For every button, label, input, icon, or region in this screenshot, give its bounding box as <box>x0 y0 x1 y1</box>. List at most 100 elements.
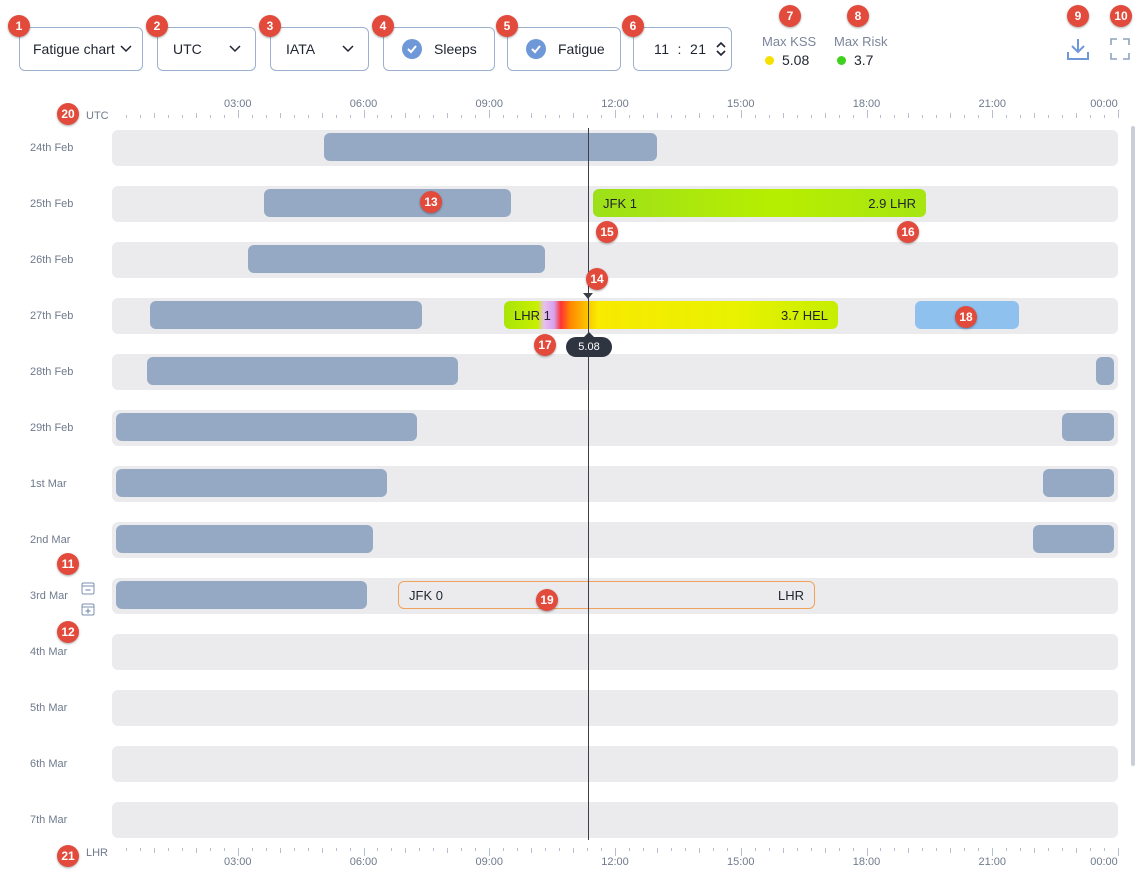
stepper-arrows-icon[interactable] <box>715 40 727 58</box>
day-row[interactable] <box>112 690 1118 726</box>
axis-tick <box>321 113 323 118</box>
axis-tick <box>195 113 197 118</box>
sleep-block[interactable] <box>1062 413 1114 441</box>
axis-tick <box>545 115 547 118</box>
annotation-badge: 16 <box>897 221 919 243</box>
sleep-block[interactable] <box>1096 357 1114 385</box>
sleep-block[interactable] <box>264 189 511 217</box>
axis-tick-label: 12:00 <box>601 856 629 868</box>
chevron-down-icon <box>120 45 132 53</box>
day-row-label: 5th Mar <box>30 702 68 714</box>
sleep-block[interactable] <box>116 469 387 497</box>
axis-tick <box>782 113 784 118</box>
axis-tick <box>754 848 756 851</box>
remove-day-icon[interactable] <box>81 581 95 595</box>
sleep-block[interactable] <box>147 357 458 385</box>
axis-tick <box>978 848 980 851</box>
add-day-icon[interactable] <box>81 602 95 616</box>
vertical-scrollbar[interactable] <box>1131 126 1135 766</box>
axis-tick <box>950 113 952 118</box>
duty-bar[interactable]: JFK 1 2.9 LHR <box>593 189 926 217</box>
sleep-block[interactable] <box>116 581 367 609</box>
time-hours[interactable]: 11 <box>654 41 670 57</box>
axis-tick <box>223 848 225 851</box>
axis-tick <box>698 113 700 118</box>
axis-tick <box>1090 848 1092 851</box>
download-icon[interactable] <box>1065 36 1091 62</box>
axis-tick <box>656 848 658 853</box>
axis-tick <box>1006 115 1008 118</box>
axis-tick-label: 00:00 <box>1090 856 1118 868</box>
fatigue-toggle[interactable]: Fatigue <box>507 27 621 71</box>
annotation-badge: 17 <box>534 334 556 356</box>
axis-tick <box>167 115 169 118</box>
axis-tick <box>167 848 169 851</box>
axis-tick <box>391 848 393 851</box>
duty-origin: JFK <box>409 587 433 603</box>
axis-tick <box>517 115 519 118</box>
axis-tick <box>866 110 868 118</box>
time-stepper[interactable]: 11 : 21 <box>633 27 732 71</box>
axis-tick <box>684 115 686 118</box>
time-cursor-marker[interactable] <box>583 293 593 299</box>
fullscreen-icon[interactable] <box>1108 36 1132 62</box>
sleep-block[interactable] <box>116 413 417 441</box>
axis-tick <box>307 115 309 118</box>
axis-tick <box>852 115 854 118</box>
time-cursor-line[interactable] <box>588 128 589 840</box>
axis-tick <box>810 115 812 118</box>
duty-bar-planned[interactable]: JFK 0 LHR <box>398 581 815 609</box>
annotation-badge: 9 <box>1067 5 1089 27</box>
day-row[interactable] <box>112 634 1118 670</box>
sleeps-toggle[interactable]: Sleeps <box>383 27 495 71</box>
axis-tick <box>461 848 463 851</box>
axis-tick <box>391 115 393 118</box>
time-minutes[interactable]: 21 <box>690 41 707 57</box>
axis-tick <box>615 110 616 118</box>
chart-type-label: Fatigue chart <box>33 41 115 57</box>
axis-tick <box>712 848 714 851</box>
sleep-block[interactable] <box>116 525 373 553</box>
axis-tick <box>1048 848 1050 851</box>
sleep-block[interactable] <box>248 245 545 273</box>
timezone-select[interactable]: UTC <box>157 27 256 71</box>
chart-type-select[interactable]: Fatigue chart <box>19 27 143 71</box>
axis-tick <box>768 848 770 851</box>
kss-dot <box>765 55 774 65</box>
axis-tick <box>251 115 253 118</box>
annotation-badge: 18 <box>955 306 977 328</box>
sleep-block[interactable] <box>1033 525 1114 553</box>
sleep-block[interactable] <box>150 301 422 329</box>
sleep-block[interactable] <box>1043 469 1114 497</box>
axis-tick <box>419 115 421 118</box>
axis-tick <box>293 848 295 851</box>
duty-risk: 3.7 <box>781 307 800 323</box>
day-row[interactable] <box>112 802 1118 838</box>
day-row-label: 4th Mar <box>30 646 68 658</box>
duty-bar[interactable]: LHR 1 3.7 HEL <box>504 301 838 329</box>
axis-tick <box>419 848 421 851</box>
axis-tick <box>796 848 798 851</box>
sleep-block[interactable] <box>324 133 657 161</box>
axis-top-zone: UTC <box>86 110 109 122</box>
duty-sector-count: 1 <box>543 307 551 323</box>
airport-code-select[interactable]: IATA <box>270 27 369 71</box>
axis-tick <box>209 115 211 118</box>
axis-tick <box>209 848 211 851</box>
axis-tick-label: 15:00 <box>726 856 755 868</box>
axis-tick <box>1118 110 1119 118</box>
duty-origin: JFK <box>603 195 627 211</box>
axis-tick <box>489 848 491 856</box>
annotation-badge: 2 <box>146 15 168 37</box>
axis-tick <box>335 848 337 851</box>
axis-tick <box>642 115 644 118</box>
axis-tick <box>866 848 868 856</box>
day-row[interactable] <box>112 746 1118 782</box>
axis-tick <box>894 848 896 851</box>
axis-tick <box>405 113 407 118</box>
axis-tick <box>740 848 742 856</box>
axis-bottom-zone: LHR <box>86 847 109 859</box>
axis-tick <box>573 848 575 853</box>
axis-tick <box>1076 113 1078 118</box>
annotation-badge: 11 <box>57 553 79 575</box>
